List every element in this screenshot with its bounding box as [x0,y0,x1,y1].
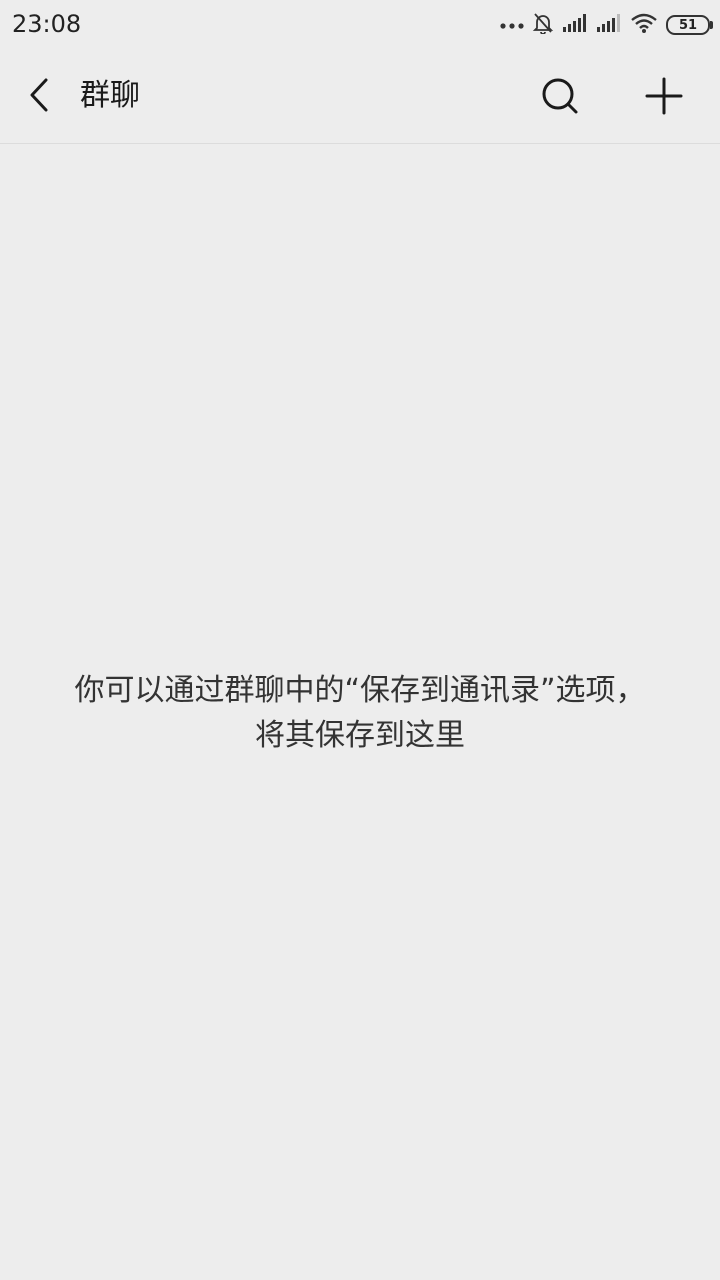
status-bar: 23:08 51 [0,0,720,50]
empty-state-line-2: 将其保存到这里 [255,718,465,753]
wifi-icon [630,12,658,38]
search-button[interactable] [536,74,584,122]
empty-state-line-1: 你可以通过群聊中的“保存到通讯录”选项， [74,673,646,708]
status-time: 23:08 [12,10,82,38]
chevron-left-icon [28,77,52,117]
search-icon [540,76,580,120]
battery-icon: 51 [666,15,713,35]
back-button[interactable] [20,75,60,119]
signal-icon [596,13,622,37]
bell-off-icon [532,12,554,38]
signal-icon [562,13,588,37]
more-dots-icon [500,16,524,35]
add-button[interactable] [640,74,688,122]
page-title: 群聊 [80,78,140,113]
empty-state-message: 你可以通过群聊中的“保存到通讯录”选项， 将其保存到这里 [20,668,700,758]
status-icons: 51 [500,12,713,38]
nav-bar: 群聊 [0,50,720,144]
plus-icon [644,76,684,120]
